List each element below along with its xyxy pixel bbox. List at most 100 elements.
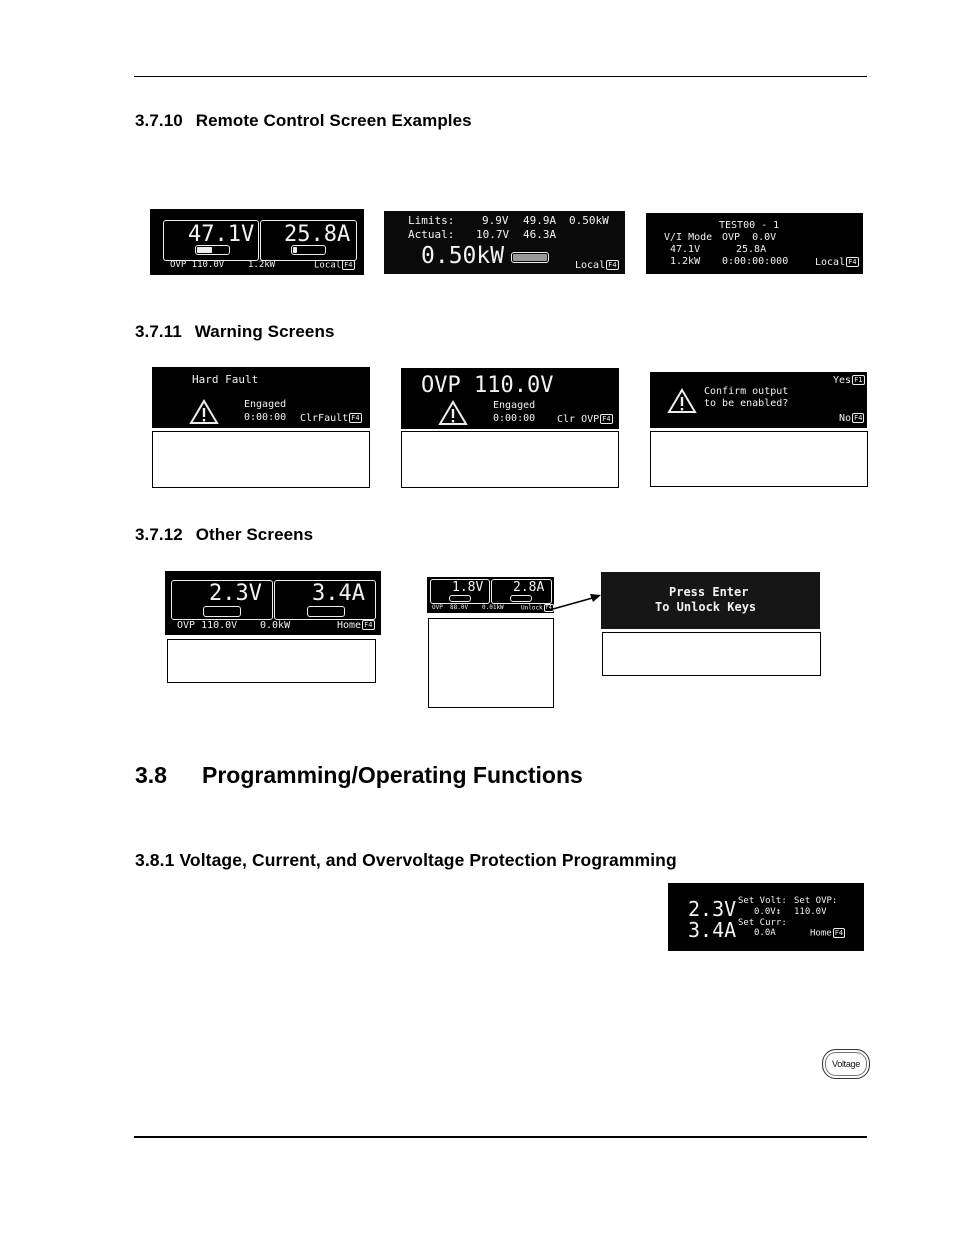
ovp-time: 0:00:00	[493, 413, 536, 424]
ovp-readout: OVP 0.0V	[722, 232, 777, 243]
ovp-readout: OVP 110.0V	[170, 260, 225, 270]
voltage-readout: 47.1V	[670, 244, 701, 255]
confirm-line-1: Confirm output	[704, 386, 789, 397]
set-curr-value: 0.0A	[754, 928, 776, 938]
voltage-bar-fill	[197, 247, 212, 253]
current-readout: 2.8A	[513, 580, 545, 595]
current-readout: 25.8A	[284, 222, 351, 247]
section-heading-3-7-12: 3.7.12 Other Screens	[135, 525, 314, 544]
power-readout: 0.50kW	[421, 243, 505, 269]
set-curr-label: Set Curr:	[738, 918, 787, 928]
unlock-softkey: Unlock F4	[521, 604, 554, 612]
caption-box	[152, 431, 370, 488]
mode-indicator: Local F4	[815, 257, 859, 268]
fault-time: 0:00:00	[244, 412, 287, 423]
voltage-bar	[195, 245, 230, 255]
remote-screen-limits: Limits: 9.9V 49.9A 0.50kW Actual: 10.7V …	[384, 211, 625, 274]
actual-label: Actual:	[408, 228, 455, 241]
ovp-title: OVP 110.0V	[421, 373, 554, 398]
ovp-readout: OVP 110.0V	[177, 620, 238, 631]
mode-indicator: Local F4	[575, 260, 619, 271]
section-heading-3-7-11: 3.7.11 Warning Screens	[135, 322, 335, 341]
voltage-key-button[interactable]: Voltage	[822, 1049, 870, 1079]
current-bar	[307, 606, 345, 617]
f4-key-icon: F4	[846, 257, 859, 267]
warning-screen-confirm-output: Confirm output to be enabled? Yes F1 No F4	[650, 372, 867, 428]
set-volt-label: Set Volt:	[738, 896, 787, 906]
power-bar	[511, 252, 549, 263]
f4-key-icon: F4	[349, 413, 362, 423]
remote-screen-main: 47.1V 25.8A OVP 110.0V 1.2kW Local F4	[150, 209, 364, 275]
ovp-readout: OVP 88.0V	[432, 604, 469, 611]
voltage-bar	[449, 595, 471, 602]
voltage-readout: 2.3V	[688, 897, 737, 921]
mode-indicator: Home F4	[337, 620, 375, 631]
unlock-prompt-line-2: To Unlock Keys	[655, 600, 757, 614]
section-heading-3-8: 3.8 Programming/Operating Functions	[135, 762, 583, 788]
current-readout: 3.4A	[312, 581, 365, 606]
f4-key-icon: F4	[362, 620, 375, 630]
limit-current: 49.9A	[523, 214, 557, 227]
clear-ovp-softkey: Clr OVP F4	[557, 414, 613, 425]
limits-label: Limits:	[408, 214, 455, 227]
warning-triangle-icon	[667, 388, 697, 413]
voltage-readout: 47.1V	[188, 222, 255, 247]
remote-screen-test: TEST00 - 1 V/I Mode OVP 0.0V 47.1V 25.8A…	[646, 213, 863, 274]
voltage-bar	[203, 606, 241, 617]
fault-title: Hard Fault	[192, 373, 259, 386]
caption-box	[650, 431, 868, 487]
current-bar	[291, 245, 326, 255]
no-softkey: No F4	[839, 413, 865, 424]
f4-key-icon: F4	[852, 413, 865, 423]
confirm-line-2: to be enabled?	[704, 398, 789, 409]
current-bar-fill	[293, 247, 297, 253]
voltage-readout: 1.8V	[452, 580, 484, 595]
vi-mode-label: V/I Mode	[664, 232, 713, 243]
caption-box	[602, 632, 821, 676]
power-readout: 1.2kW	[670, 256, 701, 267]
limit-power: 0.50kW	[569, 214, 609, 227]
footer-rule	[134, 1136, 867, 1138]
current-readout: 25.8A	[736, 244, 767, 255]
actual-voltage: 10.7V	[476, 228, 510, 241]
caption-box	[167, 639, 376, 683]
current-bar	[510, 595, 532, 602]
actual-current: 46.3A	[523, 228, 557, 241]
set-ovp-label: Set OVP:	[794, 896, 838, 906]
warning-screen-hard-fault: Hard Fault Engaged 0:00:00 ClrFault F4	[152, 367, 370, 428]
power-readout: 0.01kW	[482, 604, 504, 611]
test-title: TEST00 - 1	[719, 220, 780, 231]
power-readout: 1.2kW	[248, 260, 276, 270]
other-screen-locked: 1.8V 2.8A OVP 88.0V 0.01kW Unlock F4	[427, 577, 554, 613]
warning-screen-ovp: OVP 110.0V Engaged 0:00:00 Clr OVP F4	[401, 368, 619, 429]
f1-key-icon: F1	[852, 375, 865, 385]
set-values-screen: 2.3V 3.4A Set Volt: 0.0V↕ Set OVP: 110.0…	[668, 883, 864, 951]
power-readout: 0.0kW	[260, 620, 291, 631]
caption-box	[401, 431, 619, 488]
yes-softkey: Yes F1	[833, 375, 865, 386]
f4-key-icon: F4	[606, 260, 619, 270]
mode-indicator: Local F4	[314, 260, 355, 271]
elapsed-time: 0:00:00:000	[722, 256, 789, 267]
unlock-prompt-line-1: Press Enter	[669, 585, 749, 599]
limit-voltage: 9.9V	[482, 214, 509, 227]
section-heading-3-7-10: 3.7.10 Remote Control Screen Examples	[135, 111, 472, 130]
f4-key-icon: F4	[600, 414, 613, 424]
power-bar-fill	[513, 254, 547, 261]
current-readout: 3.4A	[688, 918, 737, 942]
f4-key-icon: F4	[832, 928, 846, 938]
ovp-status: Engaged	[493, 400, 536, 411]
header-rule	[134, 76, 867, 77]
set-volt-value: 0.0V↕	[754, 907, 782, 917]
arrow-icon	[552, 594, 601, 610]
warning-triangle-icon	[438, 400, 468, 425]
section-heading-3-8-1: 3.8.1 Voltage, Current, and Overvoltage P…	[135, 850, 677, 870]
f4-key-icon: F4	[342, 260, 355, 270]
caption-box	[428, 618, 554, 708]
clear-fault-softkey: ClrFault F4	[300, 413, 362, 424]
other-screen-home: 2.3V 3.4A OVP 110.0V 0.0kW Home F4	[165, 571, 381, 635]
warning-triangle-icon	[189, 399, 219, 424]
other-screen-unlock-prompt: Press Enter To Unlock Keys	[601, 572, 820, 629]
voltage-readout: 2.3V	[209, 581, 262, 606]
mode-indicator: Home F4	[810, 928, 846, 939]
